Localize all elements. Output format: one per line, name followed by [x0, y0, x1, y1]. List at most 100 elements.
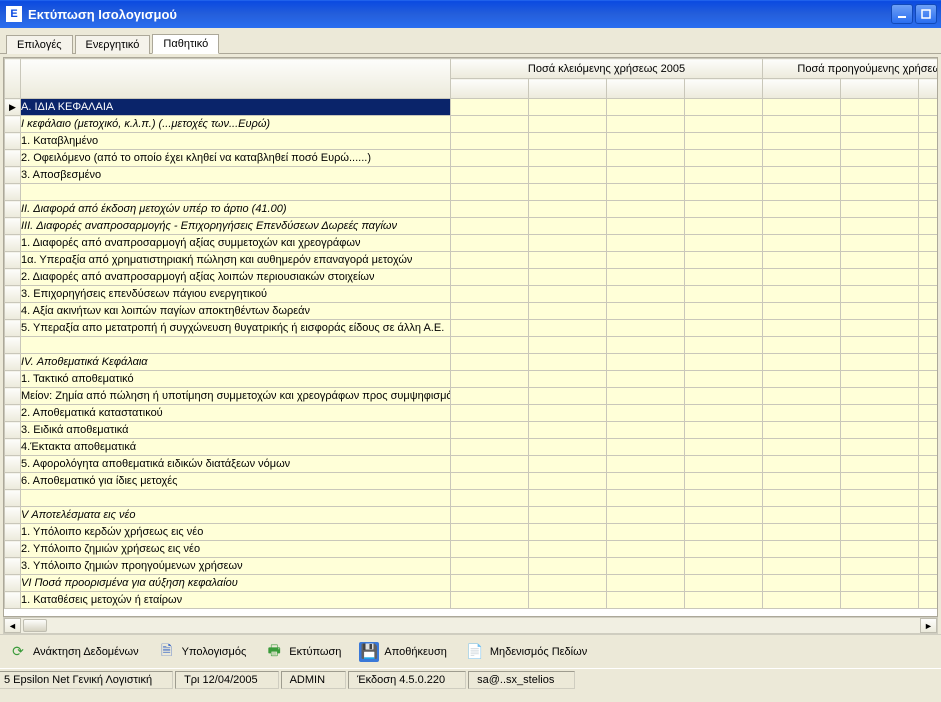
- value-cell[interactable]: [841, 422, 919, 439]
- value-cell[interactable]: [529, 252, 607, 269]
- save-button[interactable]: 💾 Αποθήκευση: [359, 642, 446, 662]
- value-cell[interactable]: [919, 303, 938, 320]
- horizontal-scrollbar[interactable]: ◄ ►: [3, 617, 938, 634]
- value-cell[interactable]: [607, 286, 685, 303]
- table-row[interactable]: 4. Αξία ακινήτων και λοιπών παγίων αποκτ…: [5, 303, 939, 320]
- value-cell[interactable]: [685, 541, 763, 558]
- value-cell[interactable]: [607, 490, 685, 507]
- value-cell[interactable]: [841, 558, 919, 575]
- value-cell[interactable]: [841, 473, 919, 490]
- value-cell[interactable]: [919, 167, 938, 184]
- value-cell[interactable]: [919, 116, 938, 133]
- row-description[interactable]: 3. Επιχορηγήσεις επενδύσεων πάγιου ενεργ…: [21, 286, 451, 303]
- value-cell[interactable]: [529, 439, 607, 456]
- value-cell[interactable]: [607, 422, 685, 439]
- table-row[interactable]: I κεφάλαιο (μετοχικό, κ.λ.π.) (...μετοχέ…: [5, 116, 939, 133]
- row-description[interactable]: 4.Έκτακτα αποθεματικά: [21, 439, 451, 456]
- value-cell[interactable]: [919, 388, 938, 405]
- row-description[interactable]: II. Διαφορά από έκδοση μετοχών υπέρ το ά…: [21, 201, 451, 218]
- value-cell[interactable]: [763, 320, 841, 337]
- value-cell[interactable]: [451, 524, 529, 541]
- table-row[interactable]: [5, 184, 939, 201]
- value-cell[interactable]: [529, 235, 607, 252]
- value-cell[interactable]: [529, 507, 607, 524]
- value-cell[interactable]: [685, 337, 763, 354]
- row-handle[interactable]: [5, 337, 21, 354]
- value-cell[interactable]: [919, 405, 938, 422]
- current-col-4[interactable]: [685, 79, 763, 99]
- row-handle[interactable]: [5, 235, 21, 252]
- value-cell[interactable]: [763, 269, 841, 286]
- value-cell[interactable]: [529, 269, 607, 286]
- value-cell[interactable]: [841, 575, 919, 592]
- value-cell[interactable]: [451, 575, 529, 592]
- value-cell[interactable]: [451, 456, 529, 473]
- value-cell[interactable]: [919, 490, 938, 507]
- value-cell[interactable]: [451, 218, 529, 235]
- value-cell[interactable]: [451, 303, 529, 320]
- refresh-data-button[interactable]: ⟳ Ανάκτηση Δεδομένων: [8, 642, 139, 662]
- value-cell[interactable]: [451, 422, 529, 439]
- value-cell[interactable]: [763, 558, 841, 575]
- row-description[interactable]: 3. Αποσβεσμένο: [21, 167, 451, 184]
- value-cell[interactable]: [841, 150, 919, 167]
- row-handle[interactable]: [5, 405, 21, 422]
- value-cell[interactable]: [763, 252, 841, 269]
- value-cell[interactable]: [919, 575, 938, 592]
- row-handle[interactable]: [5, 371, 21, 388]
- value-cell[interactable]: [841, 133, 919, 150]
- value-cell[interactable]: [607, 456, 685, 473]
- value-cell[interactable]: [529, 422, 607, 439]
- row-description[interactable]: 3. Ειδικά αποθεματικά: [21, 422, 451, 439]
- value-cell[interactable]: [685, 269, 763, 286]
- value-cell[interactable]: [763, 150, 841, 167]
- value-cell[interactable]: [607, 235, 685, 252]
- table-row[interactable]: II. Διαφορά από έκδοση μετοχών υπέρ το ά…: [5, 201, 939, 218]
- value-cell[interactable]: [841, 507, 919, 524]
- value-cell[interactable]: [685, 439, 763, 456]
- row-description[interactable]: 1. Υπόλοιπο κερδών χρήσεως εις νέο: [21, 524, 451, 541]
- value-cell[interactable]: [685, 201, 763, 218]
- value-cell[interactable]: [763, 354, 841, 371]
- row-description[interactable]: 2. Διαφορές από αναπροσαρμογή αξίας λοιπ…: [21, 269, 451, 286]
- value-cell[interactable]: [529, 524, 607, 541]
- row-description[interactable]: 1. Διαφορές από αναπροσαρμογή αξίας συμμ…: [21, 235, 451, 252]
- value-cell[interactable]: [607, 167, 685, 184]
- value-cell[interactable]: [685, 490, 763, 507]
- row-description[interactable]: I κεφάλαιο (μετοχικό, κ.λ.π.) (...μετοχέ…: [21, 116, 451, 133]
- value-cell[interactable]: [763, 133, 841, 150]
- value-cell[interactable]: [841, 371, 919, 388]
- table-row[interactable]: Μείον: Ζημία από πώληση ή υποτίμηση συμμ…: [5, 388, 939, 405]
- value-cell[interactable]: [685, 405, 763, 422]
- value-cell[interactable]: [919, 133, 938, 150]
- value-cell[interactable]: [841, 201, 919, 218]
- value-cell[interactable]: [529, 116, 607, 133]
- value-cell[interactable]: [685, 133, 763, 150]
- value-cell[interactable]: [529, 303, 607, 320]
- row-handle[interactable]: [5, 218, 21, 235]
- row-description[interactable]: 5. Υπεραξία απο μετατροπή ή συγχώνευση θ…: [21, 320, 451, 337]
- value-cell[interactable]: [763, 388, 841, 405]
- value-cell[interactable]: [763, 422, 841, 439]
- value-cell[interactable]: [763, 116, 841, 133]
- value-cell[interactable]: [763, 405, 841, 422]
- row-handle[interactable]: [5, 167, 21, 184]
- value-cell[interactable]: [529, 405, 607, 422]
- current-col-1[interactable]: [451, 79, 529, 99]
- value-cell[interactable]: [529, 184, 607, 201]
- current-col-2[interactable]: [529, 79, 607, 99]
- value-cell[interactable]: [685, 218, 763, 235]
- table-row[interactable]: 1. Καταθέσεις μετοχών ή εταίρων: [5, 592, 939, 609]
- row-handle[interactable]: [5, 473, 21, 490]
- value-cell[interactable]: [451, 337, 529, 354]
- value-cell[interactable]: [451, 490, 529, 507]
- prev-col-3[interactable]: [919, 79, 938, 99]
- value-cell[interactable]: [607, 150, 685, 167]
- row-description[interactable]: III. Διαφορές αναπροσαρμογής - Επιχορηγή…: [21, 218, 451, 235]
- calculate-button[interactable]: 🗎 Υπολογισμός: [157, 642, 247, 662]
- value-cell[interactable]: [763, 371, 841, 388]
- value-cell[interactable]: [451, 235, 529, 252]
- table-row[interactable]: IV. Αποθεματικά Κεφάλαια: [5, 354, 939, 371]
- value-cell[interactable]: [451, 541, 529, 558]
- value-cell[interactable]: [685, 371, 763, 388]
